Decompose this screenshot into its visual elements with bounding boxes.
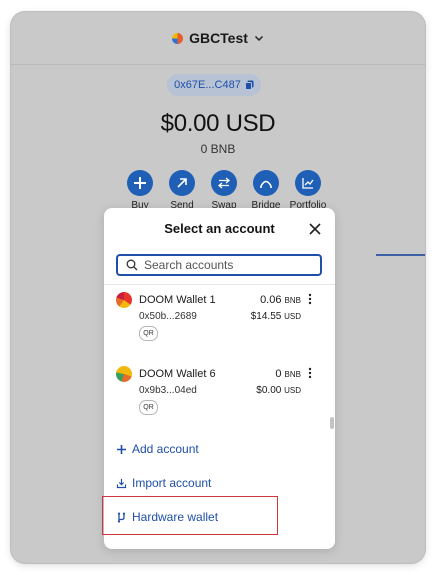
- search-field[interactable]: [116, 254, 322, 276]
- account-fiat-unit: USD: [284, 386, 301, 395]
- network-icon: [172, 32, 184, 44]
- search-icon: [126, 259, 138, 271]
- close-icon[interactable]: [307, 221, 323, 237]
- account-balance: 0.06 BNB: [260, 294, 301, 306]
- header: GBCTest: [11, 12, 425, 65]
- account-fiat-value: $0.00: [256, 385, 282, 396]
- kebab-menu-icon[interactable]: [307, 367, 313, 379]
- bridge-icon: [253, 170, 279, 196]
- balance-primary: $0.00 USD: [160, 110, 276, 137]
- highlight-box: [102, 496, 278, 535]
- network-selector[interactable]: GBCTest: [172, 30, 264, 46]
- network-name: GBCTest: [189, 30, 248, 46]
- account-name: DOOM Wallet 1: [139, 294, 216, 306]
- arrow-up-right-icon: [169, 170, 195, 196]
- account-row[interactable]: DOOM Wallet 6 0x9b3...04ed QR 0 BNB $0.0…: [104, 366, 335, 428]
- swap-arrows-icon: [211, 170, 237, 196]
- kebab-menu-icon[interactable]: [307, 293, 313, 305]
- account-balance-unit: BNB: [284, 370, 301, 379]
- search-input[interactable]: [144, 258, 314, 272]
- copy-icon: [244, 80, 254, 90]
- plus-icon: [127, 170, 153, 196]
- balance-secondary: 0 BNB: [200, 142, 236, 156]
- import-account-button[interactable]: Import account: [116, 476, 211, 490]
- add-account-button[interactable]: Add account: [116, 442, 199, 456]
- account-avatar-icon: [116, 292, 132, 308]
- add-account-label: Add account: [132, 442, 199, 456]
- account-address: 0x50b...2689: [139, 311, 197, 322]
- chevron-down-icon: [254, 35, 263, 42]
- qr-button[interactable]: QR: [139, 326, 158, 341]
- account-balance-unit: BNB: [284, 296, 301, 305]
- action-bar: Buy Send Swap Bridge Portfolio: [115, 170, 326, 211]
- account-balance-value: 0.06: [260, 294, 282, 306]
- tab-underline: [376, 254, 425, 256]
- account-row[interactable]: DOOM Wallet 1 0x50b...2689 QR 0.06 BNB $…: [104, 292, 335, 354]
- account-balance-value: 0: [275, 368, 282, 380]
- portfolio-button[interactable]: Portfolio: [283, 170, 333, 211]
- account-balance: 0 BNB: [275, 368, 301, 380]
- modal-title: Select an account: [164, 221, 275, 236]
- account-name: DOOM Wallet 6: [139, 368, 216, 380]
- scrollbar-thumb[interactable]: [330, 417, 334, 429]
- account-address-pill[interactable]: 0x67E...C487: [167, 74, 261, 96]
- account-fiat: $0.00 USD: [256, 385, 301, 396]
- divider: [104, 284, 335, 285]
- chart-icon: [295, 170, 321, 196]
- import-icon: [116, 478, 127, 488]
- account-address: 0x9b3...04ed: [139, 385, 197, 396]
- account-fiat-unit: USD: [284, 312, 301, 321]
- qr-button[interactable]: QR: [139, 400, 158, 415]
- account-fiat: $14.55 USD: [251, 311, 301, 322]
- import-account-label: Import account: [132, 476, 212, 490]
- account-address: 0x67E...C487: [174, 79, 241, 91]
- plus-icon: [117, 444, 126, 454]
- account-fiat-value: $14.55: [250, 311, 282, 322]
- account-avatar-icon: [116, 366, 132, 382]
